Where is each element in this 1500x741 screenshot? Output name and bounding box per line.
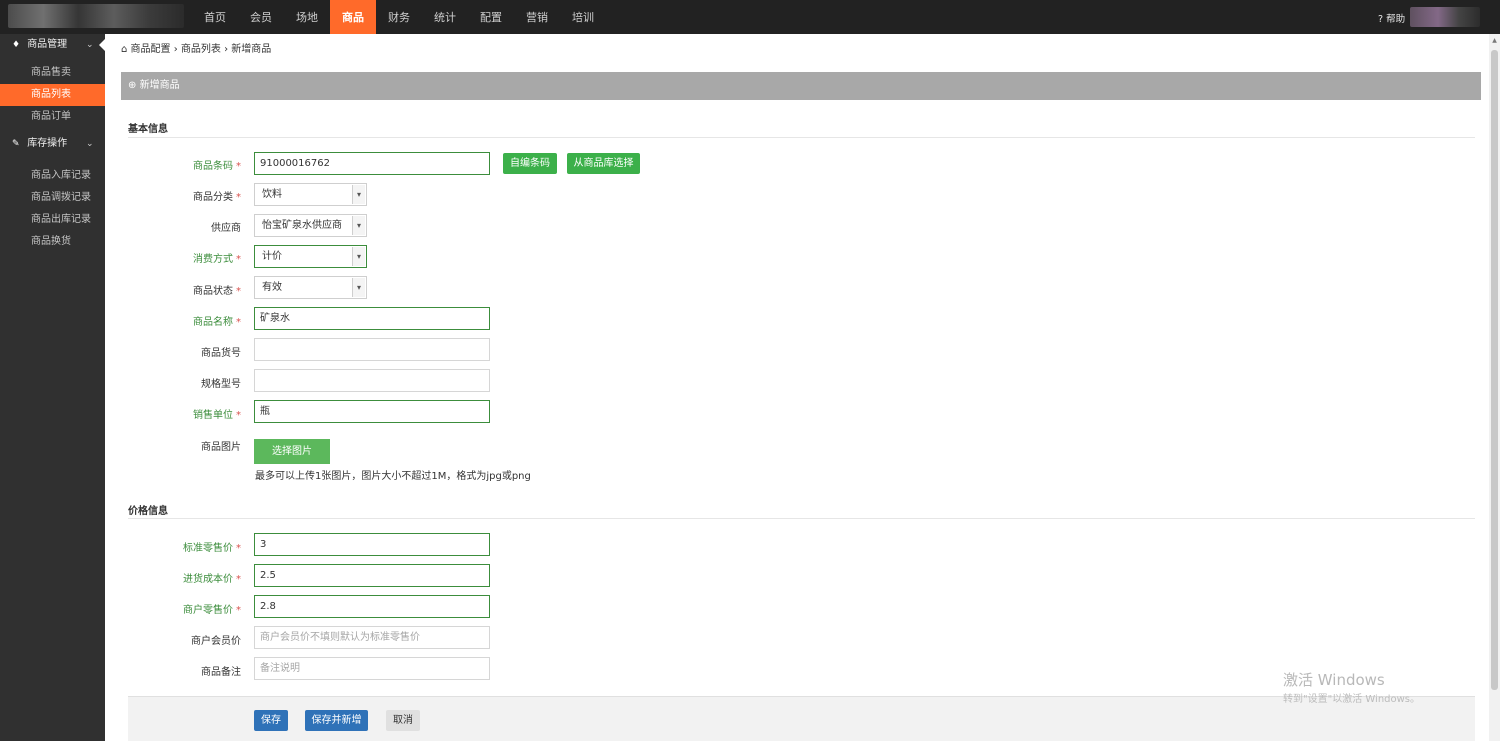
- status-select[interactable]: 有效 ▾: [254, 276, 367, 299]
- sidebar-item-product-list[interactable]: 商品列表: [0, 84, 105, 106]
- sidebar-item-transfer[interactable]: 商品调拨记录: [0, 187, 105, 209]
- help-link[interactable]: ? 帮助: [1378, 11, 1405, 25]
- product-name-input[interactable]: 矿泉水: [254, 307, 490, 330]
- barcode-input[interactable]: 91000016762: [254, 152, 490, 175]
- select-from-library-button[interactable]: 从商品库选择: [567, 153, 640, 174]
- panel-header: ⊕ 新增商品: [121, 72, 1481, 100]
- sidebar-group-label: 库存操作: [27, 138, 68, 149]
- panel-title: 新增商品: [139, 80, 180, 91]
- save-button[interactable]: 保存: [254, 710, 288, 731]
- status-label: 商品状态 *: [193, 286, 241, 297]
- section-divider: [128, 518, 1475, 519]
- spec-input[interactable]: [254, 369, 490, 392]
- section-basic-title: 基本信息: [128, 124, 168, 135]
- product-name-label: 商品名称 *: [193, 317, 241, 328]
- remark-input[interactable]: 备注说明: [254, 657, 490, 680]
- spec-label: 规格型号: [201, 379, 241, 390]
- nav-members[interactable]: 会员: [238, 0, 284, 34]
- sidebar-item-product-sale[interactable]: 商品售卖: [0, 62, 105, 84]
- nav-home[interactable]: 首页: [192, 0, 238, 34]
- retail-price-label: 标准零售价 *: [183, 543, 241, 554]
- nav-config[interactable]: 配置: [468, 0, 514, 34]
- sidebar-item-product-orders[interactable]: 商品订单: [0, 106, 105, 128]
- category-label: 商品分类 *: [193, 192, 241, 203]
- chevron-down-icon: ▾: [352, 247, 365, 266]
- section-price-title: 价格信息: [128, 506, 168, 517]
- breadcrumb: ⌂ 商品配置 › 商品列表 › 新增商品: [121, 44, 272, 55]
- plus-circle-icon: ⊕: [128, 80, 137, 91]
- nav-finance[interactable]: 财务: [376, 0, 422, 34]
- image-upload-hint: 最多可以上传1张图片，图片大小不超过1M，格式为jpg或png: [255, 471, 531, 482]
- nav-venues[interactable]: 场地: [284, 0, 330, 34]
- merchant-retail-label: 商户零售价 *: [183, 605, 241, 616]
- breadcrumb-item[interactable]: 商品配置: [131, 44, 171, 55]
- home-icon: ⌂: [121, 44, 128, 55]
- breadcrumb-item[interactable]: 商品列表: [181, 44, 221, 55]
- supplier-label: 供应商: [211, 223, 241, 234]
- activation-watermark-title: 激活 Windows: [1283, 671, 1385, 689]
- sku-label: 商品货号: [201, 348, 241, 359]
- sidebar-item-stock-out[interactable]: 商品出库记录: [0, 209, 105, 231]
- save-and-new-button[interactable]: 保存并新增: [305, 710, 368, 731]
- top-nav-bar: 首页 会员 场地 商品 财务 统计 配置 营销 培训 ? 帮助: [0, 0, 1500, 34]
- consume-mode-select[interactable]: 计价 ▾: [254, 245, 367, 268]
- sidebar: ♦ 商品管理 ⌄ 商品售卖 商品列表 商品订单 ✎ 库存操作 ⌄ 商品入库记录 …: [0, 34, 106, 741]
- nav-statistics[interactable]: 统计: [422, 0, 468, 34]
- cancel-button[interactable]: 取消: [386, 710, 420, 731]
- product-image-label: 商品图片: [201, 442, 241, 453]
- chevron-down-icon: ⌄: [86, 139, 94, 149]
- member-price-input[interactable]: 商户会员价不填则默认为标准零售价: [254, 626, 490, 649]
- member-price-label: 商户会员价: [191, 636, 241, 647]
- merchant-retail-input[interactable]: 2.8: [254, 595, 490, 618]
- supplier-select[interactable]: 怡宝矿泉水供应商 ▾: [254, 214, 367, 237]
- chevron-down-icon: ▾: [352, 185, 365, 204]
- sales-unit-input[interactable]: 瓶: [254, 400, 490, 423]
- chevron-down-icon: ▾: [352, 278, 365, 297]
- cost-price-label: 进货成本价 *: [183, 574, 241, 585]
- logo: [8, 4, 184, 28]
- choose-image-button[interactable]: 选择图片: [254, 439, 330, 464]
- remark-label: 商品备注: [201, 667, 241, 678]
- chevron-down-icon: ⌄: [86, 40, 94, 50]
- sidebar-item-exchange[interactable]: 商品换货: [0, 231, 105, 253]
- nav-products[interactable]: 商品: [330, 0, 376, 34]
- sidebar-group-inventory[interactable]: ✎ 库存操作 ⌄: [0, 133, 105, 155]
- barcode-label: 商品条码 *: [193, 161, 241, 172]
- nav-training[interactable]: 培训: [560, 0, 606, 34]
- activation-watermark-hint: 转到"设置"以激活 Windows。: [1283, 694, 1421, 705]
- chevron-down-icon: ▾: [352, 216, 365, 235]
- consume-mode-label: 消费方式 *: [193, 254, 241, 265]
- category-select[interactable]: 饮料 ▾: [254, 183, 367, 206]
- sidebar-group-label: 商品管理: [27, 39, 68, 50]
- cost-price-input[interactable]: 2.5: [254, 564, 490, 587]
- active-notch: [99, 38, 106, 52]
- sidebar-item-stock-in[interactable]: 商品入库记录: [0, 165, 105, 187]
- question-circle-icon: ?: [1378, 14, 1384, 25]
- wrench-icon: ✎: [12, 139, 20, 149]
- page-scrollbar[interactable]: ▲: [1489, 34, 1500, 741]
- sku-input[interactable]: [254, 338, 490, 361]
- retail-price-input[interactable]: 3: [254, 533, 490, 556]
- section-divider: [128, 137, 1475, 138]
- scroll-up-arrow-icon[interactable]: ▲: [1489, 36, 1500, 46]
- scroll-thumb[interactable]: [1491, 50, 1498, 690]
- gift-icon: ♦: [12, 40, 21, 50]
- help-label: 帮助: [1386, 14, 1406, 25]
- breadcrumb-item: 新增商品: [231, 44, 272, 55]
- nav-marketing[interactable]: 营销: [514, 0, 560, 34]
- sales-unit-label: 销售单位 *: [193, 410, 241, 421]
- user-avatar[interactable]: [1410, 7, 1480, 27]
- sidebar-group-product-management[interactable]: ♦ 商品管理 ⌄: [0, 34, 106, 56]
- auto-barcode-button[interactable]: 自编条码: [503, 153, 557, 174]
- top-nav: 首页 会员 场地 商品 财务 统计 配置 营销 培训: [192, 0, 606, 34]
